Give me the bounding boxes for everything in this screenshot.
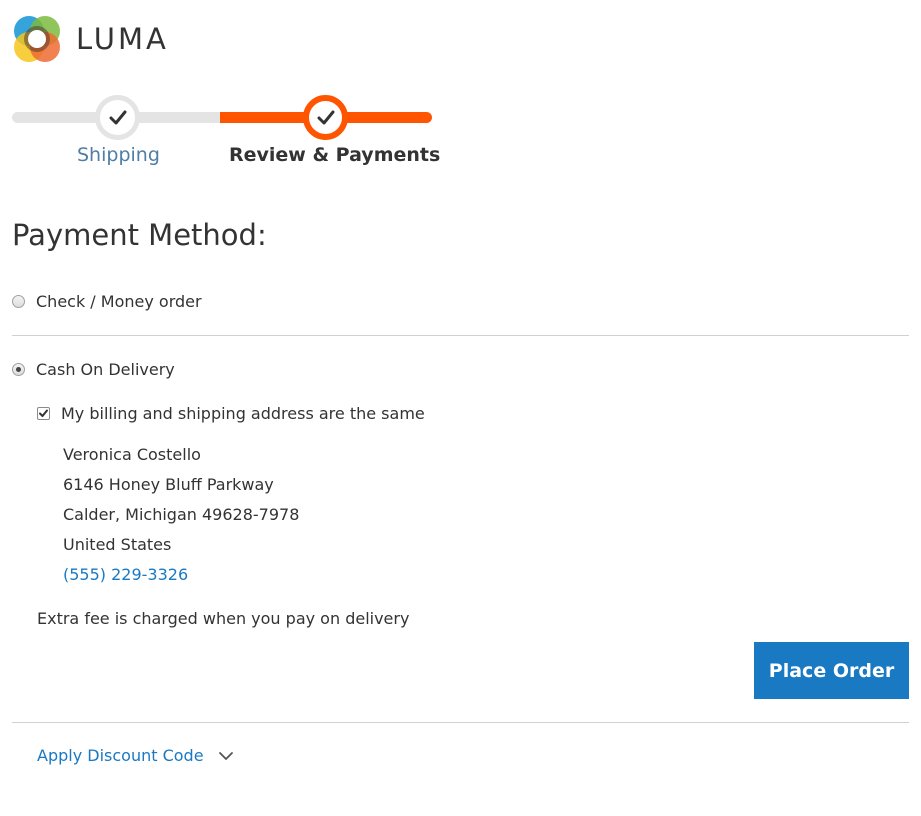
payment-method-checkmo[interactable]: Check / Money order xyxy=(12,292,202,311)
checkbox-check-icon xyxy=(39,409,48,417)
logo-text: LUMA xyxy=(76,22,169,56)
address-phone-link[interactable]: (555) 229-3326 xyxy=(63,560,299,590)
method-divider xyxy=(12,335,909,336)
address-name: Veronica Costello xyxy=(63,445,201,464)
cod-radio[interactable] xyxy=(12,363,25,376)
same-address-label[interactable]: My billing and shipping address are the … xyxy=(61,404,425,423)
same-address-option[interactable]: My billing and shipping address are the … xyxy=(37,404,425,423)
same-address-checkbox[interactable] xyxy=(37,407,50,420)
checkmo-label[interactable]: Check / Money order xyxy=(36,292,202,311)
step-review-label: Review & Payments xyxy=(229,144,441,166)
cod-label[interactable]: Cash On Delivery xyxy=(36,360,175,379)
apply-discount-toggle[interactable]: Apply Discount Code xyxy=(37,746,234,765)
place-order-button[interactable]: Place Order xyxy=(754,642,909,699)
luma-logo-icon xyxy=(14,16,60,62)
step-review-indicator xyxy=(303,95,348,140)
address-street: 6146 Honey Bluff Parkway xyxy=(63,475,274,494)
discount-divider xyxy=(12,722,909,723)
billing-address: Veronica Costello 6146 Honey Bluff Parkw… xyxy=(63,440,299,590)
checkout-progress-bar: Shipping Review & Payments xyxy=(12,88,440,178)
page-title: Payment Method: xyxy=(12,218,267,252)
checkmo-radio[interactable] xyxy=(12,295,25,308)
checkmark-icon xyxy=(317,110,334,124)
address-country: United States xyxy=(63,535,172,554)
address-city-line: Calder, Michigan 49628-7978 xyxy=(63,505,300,524)
payment-method-cod[interactable]: Cash On Delivery xyxy=(12,360,175,379)
chevron-down-icon[interactable] xyxy=(218,751,234,761)
checkout-page: LUMA Shipping Review & Payments Payment … xyxy=(0,0,921,816)
step-shipping-link[interactable]: Shipping xyxy=(77,144,160,166)
delivery-fee-note: Extra fee is charged when you pay on del… xyxy=(37,609,410,628)
store-logo[interactable]: LUMA xyxy=(12,14,169,64)
apply-discount-label[interactable]: Apply Discount Code xyxy=(37,746,204,765)
step-shipping-indicator xyxy=(95,95,140,140)
checkmark-icon xyxy=(109,110,126,124)
radio-selected-dot xyxy=(16,367,21,372)
